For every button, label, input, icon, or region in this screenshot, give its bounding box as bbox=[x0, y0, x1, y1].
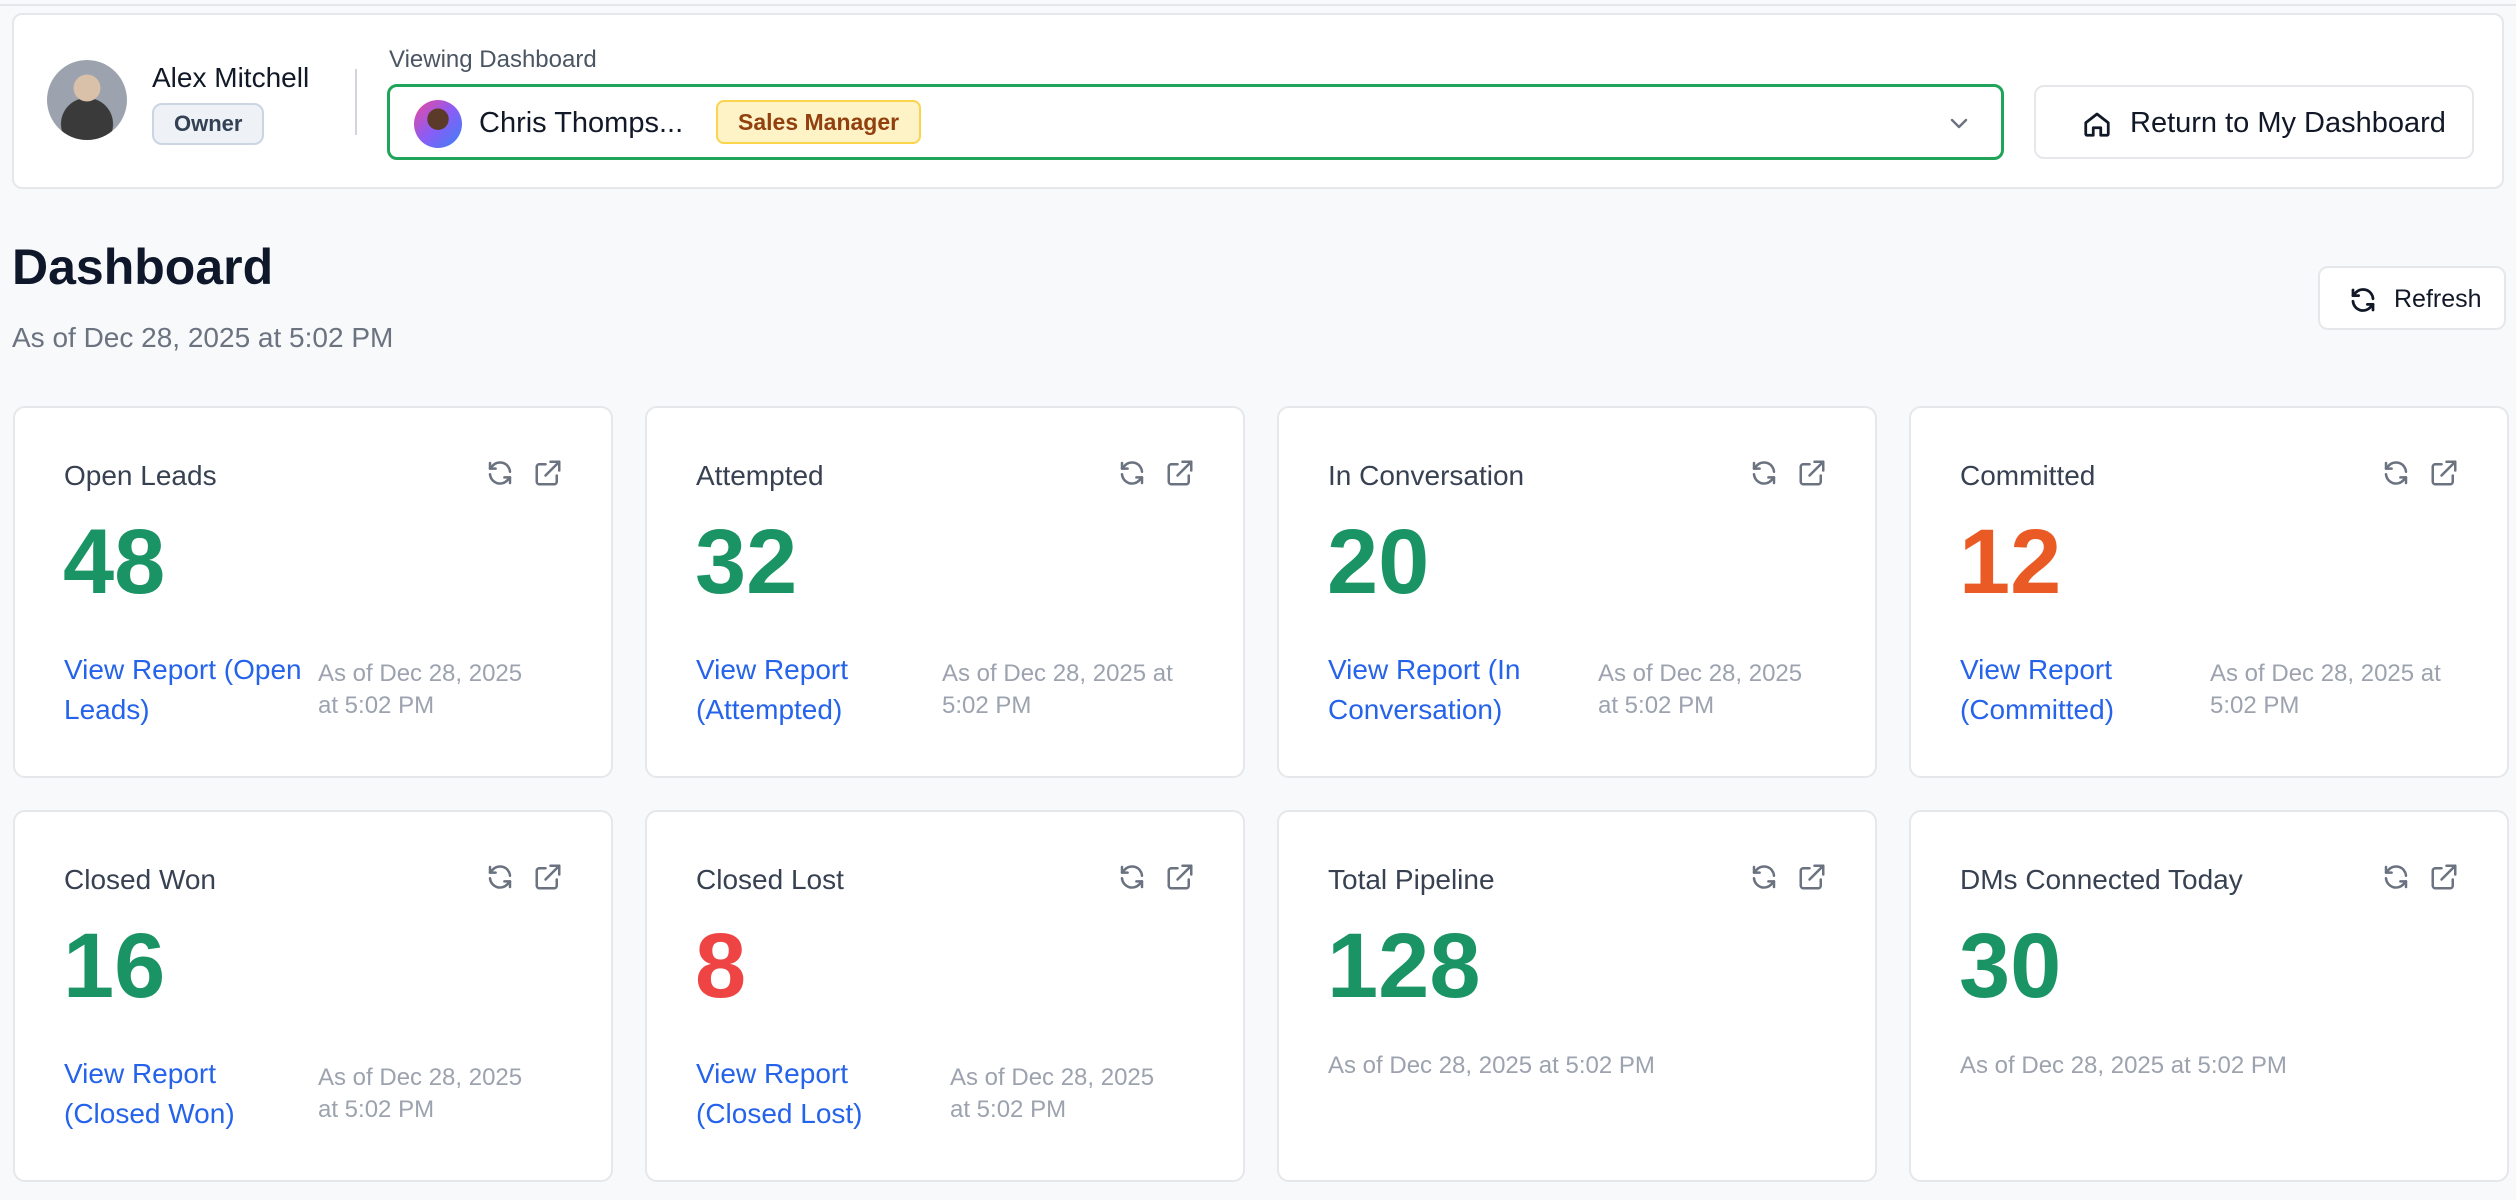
metric-card: Closed Lost 8 View Report (Closed Lost) As … bbox=[645, 810, 1245, 1182]
metric-timestamp: As of Dec 28, 2025 at 5:02 PM bbox=[950, 1064, 1155, 1123]
metric-timestamp: As of Dec 28, 2025 at 5:02 PM bbox=[1328, 1052, 1655, 1079]
view-report-link[interactable]: View Report (Closed Lost) bbox=[696, 1054, 936, 1134]
view-report-link[interactable]: View Report (Attempted) bbox=[696, 650, 936, 730]
metric-value: 20 bbox=[1327, 511, 1430, 613]
metric-value: 48 bbox=[63, 511, 166, 613]
refresh-icon[interactable] bbox=[1117, 862, 1147, 892]
page-timestamp: As of Dec 28, 2025 at 5:02 PM bbox=[12, 322, 394, 353]
home-icon bbox=[2084, 112, 2110, 137]
return-button-label: Return to My Dashboard bbox=[2130, 107, 2446, 139]
external-link-icon[interactable] bbox=[1165, 862, 1195, 892]
metric-value: 12 bbox=[1959, 511, 2062, 613]
metric-value: 128 bbox=[1327, 915, 1481, 1017]
header-bar: Alex Mitchell Owner Viewing Dashboard Ch… bbox=[12, 13, 2504, 189]
page-title: Dashboard bbox=[12, 239, 274, 295]
owner-avatar bbox=[47, 60, 127, 140]
viewing-user-select[interactable]: Chris Thomps... Sales Manager bbox=[387, 84, 2004, 160]
header-divider bbox=[355, 69, 357, 135]
metric-title: Total Pipeline bbox=[1328, 864, 1495, 895]
metric-card: DMs Connected Today 30 As of Dec 28, 2025 … bbox=[1909, 810, 2509, 1182]
external-link-icon[interactable] bbox=[1165, 458, 1195, 488]
viewing-user-name: Chris Thomps... bbox=[479, 107, 684, 139]
metric-value: 32 bbox=[695, 511, 798, 613]
refresh-button[interactable]: Refresh bbox=[2318, 266, 2506, 330]
external-link-icon[interactable] bbox=[1797, 458, 1827, 488]
metric-title: Closed Lost bbox=[696, 864, 844, 895]
refresh-icon[interactable] bbox=[1117, 458, 1147, 488]
refresh-icon[interactable] bbox=[485, 458, 515, 488]
view-report-link[interactable]: View Report (In Conversation) bbox=[1328, 650, 1568, 730]
metric-card: Committed 12 View Report (Committed) As of … bbox=[1909, 406, 2509, 778]
refresh-icon bbox=[2351, 288, 2375, 312]
metric-card: Closed Won 16 View Report (Closed Won) As o… bbox=[13, 810, 613, 1182]
viewing-user-role-badge: Sales Manager bbox=[716, 100, 922, 144]
metric-card: Attempted 32 View Report (Attempted) As of … bbox=[645, 406, 1245, 778]
metric-card: Open Leads 48 View Report (Open Leads) As o… bbox=[13, 406, 613, 778]
external-link-icon[interactable] bbox=[2429, 862, 2459, 892]
view-report-link[interactable]: View Report (Committed) bbox=[1960, 650, 2200, 730]
metric-timestamp: As of Dec 28, 2025 at 5:02 PM bbox=[318, 660, 523, 719]
metric-timestamp: As of Dec 28, 2025 at 5:02 PM bbox=[1598, 660, 1803, 719]
metric-card: In Conversation 20 View Report (In Convers… bbox=[1277, 406, 1877, 778]
external-link-icon[interactable] bbox=[533, 862, 563, 892]
metric-title: Open Leads bbox=[64, 460, 217, 491]
view-report-link[interactable]: View Report (Open Leads) bbox=[64, 650, 304, 730]
metric-timestamp: As of Dec 28, 2025 at 5:02 PM bbox=[2210, 660, 2441, 719]
metric-value: 30 bbox=[1959, 915, 2062, 1017]
refresh-label: Refresh bbox=[2394, 285, 2482, 313]
metric-timestamp: As of Dec 28, 2025 at 5:02 PM bbox=[318, 1064, 523, 1123]
metric-title: In Conversation bbox=[1328, 460, 1525, 491]
external-link-icon[interactable] bbox=[2429, 458, 2459, 488]
metric-timestamp: As of Dec 28, 2025 at 5:02 PM bbox=[942, 660, 1173, 719]
metric-title: Committed bbox=[1960, 460, 2096, 491]
external-link-icon[interactable] bbox=[1797, 862, 1827, 892]
metric-timestamp: As of Dec 28, 2025 at 5:02 PM bbox=[1960, 1052, 2287, 1079]
top-divider bbox=[0, 4, 2516, 6]
refresh-icon[interactable] bbox=[1749, 458, 1779, 488]
refresh-icon[interactable] bbox=[2381, 458, 2411, 488]
metric-card: Total Pipeline 128 As of Dec 28, 2025 at 5… bbox=[1277, 810, 1877, 1182]
viewing-user-avatar bbox=[414, 100, 462, 148]
refresh-icon[interactable] bbox=[2381, 862, 2411, 892]
refresh-icon[interactable] bbox=[1749, 862, 1779, 892]
view-report-link[interactable]: View Report (Closed Won) bbox=[64, 1054, 304, 1134]
owner-name: Alex Mitchell bbox=[152, 62, 310, 93]
metric-value: 16 bbox=[63, 915, 166, 1017]
metric-value: 8 bbox=[695, 915, 747, 1017]
metric-title: Closed Won bbox=[64, 864, 217, 895]
owner-role-badge: Owner bbox=[152, 103, 265, 145]
return-to-my-dashboard-button[interactable]: Return to My Dashboard bbox=[2034, 85, 2474, 159]
metric-title: Attempted bbox=[696, 460, 824, 491]
viewing-dashboard-label: Viewing Dashboard bbox=[389, 46, 597, 73]
refresh-icon[interactable] bbox=[485, 862, 515, 892]
chevron-down-icon bbox=[1950, 118, 1968, 129]
metric-title: DMs Connected Today bbox=[1960, 864, 2243, 895]
external-link-icon[interactable] bbox=[533, 458, 563, 488]
